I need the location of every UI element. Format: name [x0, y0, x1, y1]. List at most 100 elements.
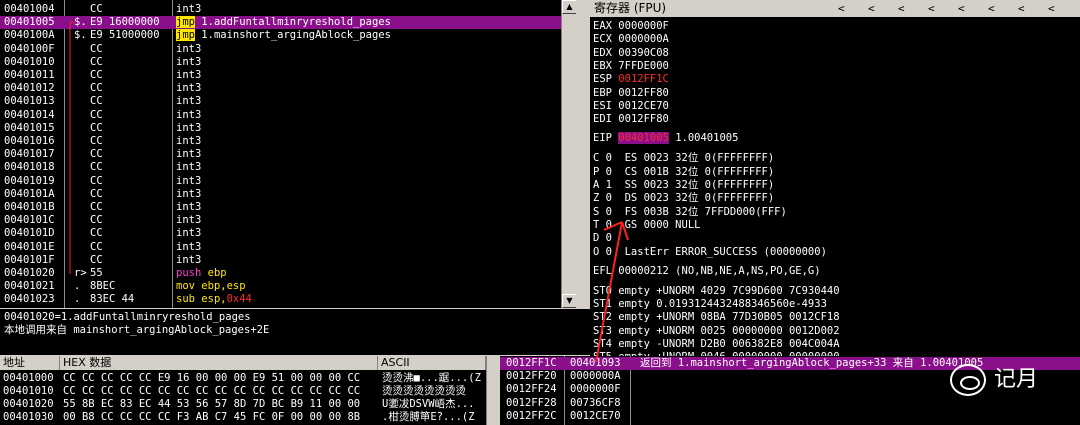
register-esp[interactable]: ESP 0012FF1C	[593, 73, 669, 86]
disasm-address: 00401013	[4, 95, 55, 108]
scroll-down-button[interactable]: ▼	[562, 294, 576, 308]
disasm-address: 00401015	[4, 121, 55, 134]
nav-left-icon[interactable]: <	[898, 0, 905, 17]
nav-left-icon[interactable]: <	[1048, 0, 1055, 17]
fpu-row[interactable]: ST0 empty +UNORM 4029 7C99D600 7C930440	[593, 285, 840, 298]
dump-header-hex[interactable]: HEX 数据	[60, 356, 378, 370]
fpu-row[interactable]: ST2 empty +UNORM 08BA 77D30B05 0012CF18	[593, 311, 840, 324]
disasm-row[interactable]: 0040100A $. E9 51000000 jmp 1.mainshort_arg…	[0, 29, 576, 42]
disasm-row[interactable]: 00401005 $. E9 16000000 jmp 1.addFuntallmin…	[0, 16, 576, 30]
disasm-marker: $.	[74, 16, 87, 29]
stack-row[interactable]: 0012FF2C 0012CE70	[500, 410, 1080, 423]
disasm-operands: int3	[176, 148, 202, 161]
register-value: 00390C08	[618, 46, 669, 59]
disasm-address: 00401019	[4, 174, 55, 187]
disasm-address: 00401014	[4, 108, 55, 121]
disasm-row[interactable]: 00401020 r> 55 push ebp	[0, 267, 576, 280]
dump-row[interactable]: 00401010 CC CC CC CC CC CC CC CC CC CC CC…	[0, 385, 498, 398]
disasm-address: 0040101E	[4, 240, 55, 253]
disasm-row[interactable]: 0040101D CC int3	[0, 227, 576, 240]
register-value: 0000000A	[618, 33, 669, 46]
flag-row[interactable]: D 0	[593, 232, 612, 245]
register-ecx[interactable]: ECX 0000000A	[593, 33, 669, 46]
nav-left-icon[interactable]: <	[868, 0, 875, 17]
disasm-row[interactable]: 00401010 CC int3	[0, 56, 576, 69]
stack-address: 0012FF1C	[506, 357, 557, 369]
stack-row[interactable]: 0012FF28 00736CF8	[500, 397, 1080, 410]
disasm-row[interactable]: 0040100F CC int3	[0, 43, 576, 56]
dump-header-address[interactable]: 地址	[0, 356, 60, 370]
disasm-address: 00401005	[4, 16, 55, 29]
fpu-row[interactable]: ST4 empty -UNORM D2B0 006382E8 004C004A	[593, 338, 840, 351]
disasm-hex: 8BEC	[90, 280, 116, 293]
fpu-row[interactable]: ST3 empty +UNORM 0025 00000000 0012D002	[593, 325, 840, 338]
dump-row[interactable]: 00401030 00 B8 CC CC CC CC F3 AB C7 45 FC…	[0, 411, 498, 424]
disasm-row[interactable]: 00401016 CC int3	[0, 135, 576, 148]
disasm-row[interactable]: 00401023. 83EC 44 sub esp,0x44	[0, 293, 576, 306]
disasm-row[interactable]: 00401021. 8BEC mov ebp,esp	[0, 280, 576, 293]
flag-row[interactable]: T 0 GS 0000 NULL	[593, 219, 700, 232]
stack-address: 0012FF20	[506, 370, 557, 383]
dump-ascii: .柑烫膊笚E?...(Z	[382, 411, 475, 423]
disasm-instruction: int3	[176, 43, 201, 56]
disassembly-scrollbar[interactable]: ▲ ▼	[561, 0, 576, 308]
hex-dump-pane[interactable]: 地址 HEX 数据 ASCII 00401000 CC CC CC CC CC E…	[0, 356, 498, 425]
disasm-row[interactable]: 00401004 CC int3	[0, 3, 576, 16]
disasm-address: 0040101F	[4, 253, 55, 266]
efl-row[interactable]: EFL 00000212 (NO,NB,NE,A,NS,PO,GE,G)	[593, 265, 821, 278]
dump-address: 00401030	[3, 411, 54, 423]
stack-value: 00401093	[570, 357, 621, 369]
nav-left-icon[interactable]: <	[988, 0, 995, 17]
scroll-up-button[interactable]: ▲	[562, 0, 576, 14]
register-eax[interactable]: EAX 0000000F	[593, 20, 669, 33]
registers-pane[interactable]: 寄存器 (FPU) < < < < < < < < EAX 0000000F ECX 00000…	[590, 0, 1080, 356]
disasm-row[interactable]: 0040101F CC int3	[0, 254, 576, 267]
disasm-row[interactable]: 00401014 CC int3	[0, 109, 576, 122]
dump-row[interactable]: 00401000 CC CC CC CC CC E9 16 00 00 00 E9…	[0, 372, 498, 385]
disasm-row[interactable]: 00401015 CC int3	[0, 122, 576, 135]
disasm-row[interactable]: 00401019 CC int3	[0, 175, 576, 188]
stack-address: 0012FF2C	[506, 409, 557, 422]
disasm-row[interactable]: 00401012 CC int3	[0, 82, 576, 95]
disasm-row[interactable]: 00401011 CC int3	[0, 69, 576, 82]
disasm-row[interactable]: 0040101A CC int3	[0, 188, 576, 201]
flag-row[interactable]: C 0 ES 0023 32位 0(FFFFFFFF)	[593, 152, 774, 165]
nav-left-icon[interactable]: <	[958, 0, 965, 17]
disasm-row[interactable]: 00401018 CC int3	[0, 161, 576, 174]
dump-address: 00401020	[3, 398, 54, 410]
disasm-instruction: int3	[176, 82, 201, 95]
disasm-row[interactable]: 0040101E CC int3	[0, 241, 576, 254]
disasm-row[interactable]: 0040101C CC int3	[0, 214, 576, 227]
fpu-row[interactable]: ST1 empty 0.0193124432488346560e-4933	[593, 298, 827, 311]
register-edx[interactable]: EDX 00390C08	[593, 47, 669, 60]
dump-scrollbar[interactable]	[486, 356, 498, 425]
nav-left-icon[interactable]: <	[928, 0, 935, 17]
disasm-address: 00401020	[4, 267, 55, 279]
disasm-row[interactable]: 00401013 CC int3	[0, 95, 576, 108]
dump-row[interactable]: 00401020 55 8B EC 83 EC 44 53 56 57 8D 7D…	[0, 398, 498, 411]
register-ebp[interactable]: EBP 0012FF80	[593, 87, 669, 100]
disasm-row[interactable]: 0040101B CC int3	[0, 201, 576, 214]
flag-row[interactable]: O 0 LastErr ERROR_SUCCESS (00000000)	[593, 246, 827, 259]
disassembly-pane[interactable]: 00401004 CC int3 00401005 $. E9 16000000 jmp 1…	[0, 0, 576, 308]
nav-left-icon[interactable]: <	[1018, 0, 1025, 17]
flag-row[interactable]: Z 0 DS 0023 32位 0(FFFFFFFF)	[593, 192, 774, 205]
flag-row[interactable]: P 0 CS 001B 32位 0(FFFFFFFF)	[593, 166, 774, 179]
registers-title-bar[interactable]: 寄存器 (FPU)	[590, 0, 1080, 17]
dump-ascii: 烫烫烫烫烫烫烫烫	[382, 385, 466, 397]
register-edi[interactable]: EDI 0012FF80	[593, 113, 669, 126]
register-name: EDX	[593, 46, 619, 59]
register-value: 0012CE70	[618, 99, 669, 112]
dump-header-ascii[interactable]: ASCII	[378, 356, 486, 370]
register-esi[interactable]: ESI 0012CE70	[593, 100, 669, 113]
disasm-operands: int3	[176, 161, 202, 174]
register-ebx[interactable]: EBX 7FFDE000	[593, 60, 669, 73]
flag-row[interactable]: S 0 FS 003B 32位 7FFDD000(FFF)	[593, 206, 787, 219]
nav-left-icon[interactable]: <	[838, 0, 845, 17]
flag-row[interactable]: A 1 SS 0023 32位 0(FFFFFFFF)	[593, 179, 774, 192]
register-eip[interactable]: EIP 00401005 1.00401005	[593, 132, 738, 145]
info-pane[interactable]: 00401020=1.addFuntallminryreshold_pages …	[0, 309, 590, 355]
disasm-instruction: jmp 1.addFuntallminryreshold_pages	[176, 16, 391, 29]
dump-ascii: 烫烫沸■...踞...(Z	[382, 372, 481, 384]
disasm-row[interactable]: 00401017 CC int3	[0, 148, 576, 161]
